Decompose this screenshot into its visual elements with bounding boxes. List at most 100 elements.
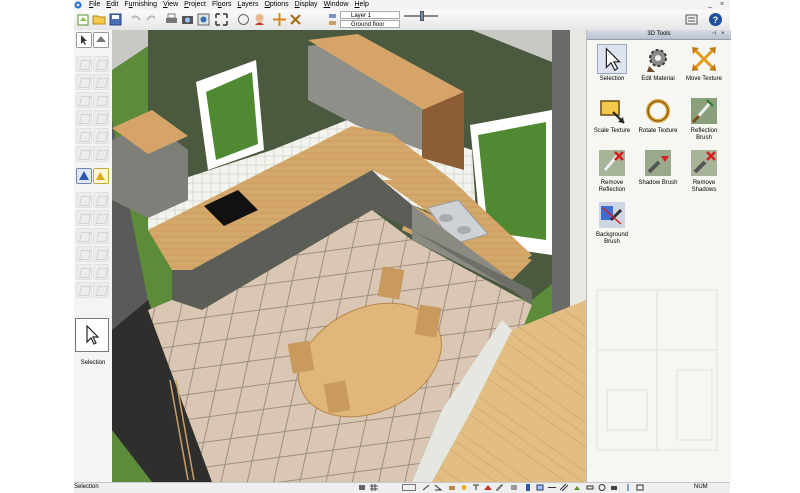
3d-tools-icon[interactable] xyxy=(76,168,92,184)
polygon-tool-icon[interactable] xyxy=(93,228,109,244)
fit-view-icon[interactable] xyxy=(214,12,229,27)
new-project-icon[interactable] xyxy=(76,12,91,27)
tool-shadow-brush[interactable]: Shadow Brush xyxy=(636,148,680,198)
grid-status-icon[interactable] xyxy=(370,484,378,491)
wall-status-icon[interactable] xyxy=(510,484,518,491)
close-button[interactable]: × xyxy=(720,1,724,8)
redo-icon[interactable] xyxy=(144,12,159,27)
guide-status-icon[interactable] xyxy=(624,484,632,491)
view-angle-icon[interactable] xyxy=(236,12,251,27)
ortho-status-icon[interactable] xyxy=(422,484,430,491)
cut-tool-icon[interactable] xyxy=(93,264,109,280)
light-status-icon[interactable] xyxy=(460,484,468,491)
left-tool-palette: Selection xyxy=(74,30,113,482)
dimension-tool-icon[interactable] xyxy=(76,192,92,208)
tool-edit-material[interactable]: Edit Material xyxy=(636,44,680,94)
menu-floors[interactable]: Floors xyxy=(209,0,234,10)
3d-viewport[interactable] xyxy=(112,30,586,482)
tool-selection[interactable]: Selection xyxy=(590,44,634,94)
selection-tool-icon[interactable] xyxy=(76,32,92,48)
tool-move-texture[interactable]: Move Texture xyxy=(682,44,726,94)
window-status-icon[interactable] xyxy=(536,484,544,491)
door-status-icon[interactable] xyxy=(524,484,532,491)
menu-help[interactable]: Help xyxy=(351,0,371,10)
room-tool-icon[interactable] xyxy=(93,56,109,72)
terrain-tool-icon[interactable] xyxy=(93,168,109,184)
column-tool-icon[interactable] xyxy=(93,110,109,126)
text-tool-icon[interactable] xyxy=(93,192,109,208)
tool-background-brush[interactable]: Background Brush xyxy=(590,200,634,250)
hatch-status-icon[interactable] xyxy=(560,484,568,491)
rectangle-tool-icon[interactable] xyxy=(93,210,109,226)
roof-tool-icon[interactable] xyxy=(93,92,109,108)
door-tool-icon[interactable] xyxy=(76,74,92,90)
open-folder-icon[interactable] xyxy=(92,12,107,27)
menu-display[interactable]: Display xyxy=(292,0,321,10)
section-status-icon[interactable] xyxy=(636,484,644,491)
menu-project[interactable]: Project xyxy=(181,0,209,10)
help-icon[interactable]: ? xyxy=(708,12,723,27)
zoom-slider-thumb[interactable] xyxy=(420,11,424,21)
wall-tool-icon[interactable] xyxy=(76,56,92,72)
scale-texture-icon xyxy=(600,100,625,124)
undo-icon[interactable] xyxy=(128,12,143,27)
panel-pin-button[interactable]: ⊣ xyxy=(711,30,716,39)
snap-status-icon[interactable] xyxy=(402,484,416,491)
line-tool-icon[interactable] xyxy=(76,210,92,226)
stair-status-icon[interactable] xyxy=(496,484,504,491)
opening-tool-icon[interactable] xyxy=(93,128,109,144)
layer-select[interactable]: Layer 1 xyxy=(340,11,400,19)
tool-scale-texture[interactable]: Scale Texture xyxy=(590,96,634,146)
save-icon[interactable] xyxy=(108,12,123,27)
camera-tool-icon[interactable] xyxy=(93,282,109,298)
furniture-tool-icon[interactable] xyxy=(93,32,109,48)
ceiling-tool-icon[interactable] xyxy=(76,110,92,126)
hatch-tool-icon[interactable] xyxy=(76,246,92,262)
remove-reflection-icon xyxy=(599,150,625,176)
floor-select[interactable]: Ground floor xyxy=(340,20,400,28)
panel-close-button[interactable]: × xyxy=(721,30,725,39)
status-text: Selection xyxy=(74,484,99,490)
menu-bar: File Edit Furnishing View Project Floors… xyxy=(74,0,730,10)
skylight-tool-icon[interactable] xyxy=(93,146,109,162)
catalog-icon[interactable] xyxy=(684,12,699,27)
angle-status-icon[interactable] xyxy=(434,484,442,491)
circle-tool-icon[interactable] xyxy=(76,228,92,244)
furniture-status-icon[interactable] xyxy=(448,484,456,491)
dormer-tool-icon[interactable] xyxy=(76,146,92,162)
user-view-icon[interactable] xyxy=(252,12,267,27)
roof-status-icon[interactable] xyxy=(484,484,492,491)
print-icon[interactable] xyxy=(164,12,179,27)
dimension-status-icon[interactable] xyxy=(548,484,556,491)
reflection-brush-icon xyxy=(691,98,717,124)
tool-rotate-texture[interactable]: Rotate Texture xyxy=(636,96,680,146)
menu-view[interactable]: View xyxy=(160,0,181,10)
layer-status-icon[interactable] xyxy=(358,484,366,491)
menu-file[interactable]: File xyxy=(86,0,103,10)
camera-status-icon[interactable] xyxy=(610,484,618,491)
menu-furnishing[interactable]: Furnishing xyxy=(121,0,160,10)
rotate-view-icon[interactable] xyxy=(288,12,303,27)
menu-edit[interactable]: Edit xyxy=(103,0,121,10)
measure-tool-icon[interactable] xyxy=(76,264,92,280)
tool-remove-reflection[interactable]: Remove Reflection xyxy=(590,148,634,198)
rotate-ring-icon xyxy=(646,99,670,123)
move-view-icon[interactable] xyxy=(272,12,287,27)
menu-layers[interactable]: Layers xyxy=(234,0,261,10)
tool-reflection-brush[interactable]: Reflection Brush xyxy=(682,96,726,146)
label-status-icon[interactable] xyxy=(586,484,594,491)
symbol-status-icon[interactable] xyxy=(598,484,606,491)
menu-window[interactable]: Window xyxy=(321,0,352,10)
minimize-button[interactable]: _ xyxy=(708,1,712,8)
symbol-tool-icon[interactable] xyxy=(93,246,109,262)
walkthrough-icon[interactable] xyxy=(196,12,211,27)
beam-tool-icon[interactable] xyxy=(76,128,92,144)
terrain-status-icon[interactable] xyxy=(574,484,582,491)
camera-icon[interactable] xyxy=(180,12,195,27)
window-tool-icon[interactable] xyxy=(93,74,109,90)
light-tool-icon[interactable] xyxy=(76,282,92,298)
stair-tool-icon[interactable] xyxy=(76,92,92,108)
tool-remove-shadows[interactable]: Remove Shadows xyxy=(682,148,726,198)
text-status-icon[interactable] xyxy=(472,484,480,491)
menu-options[interactable]: Options xyxy=(261,0,291,10)
